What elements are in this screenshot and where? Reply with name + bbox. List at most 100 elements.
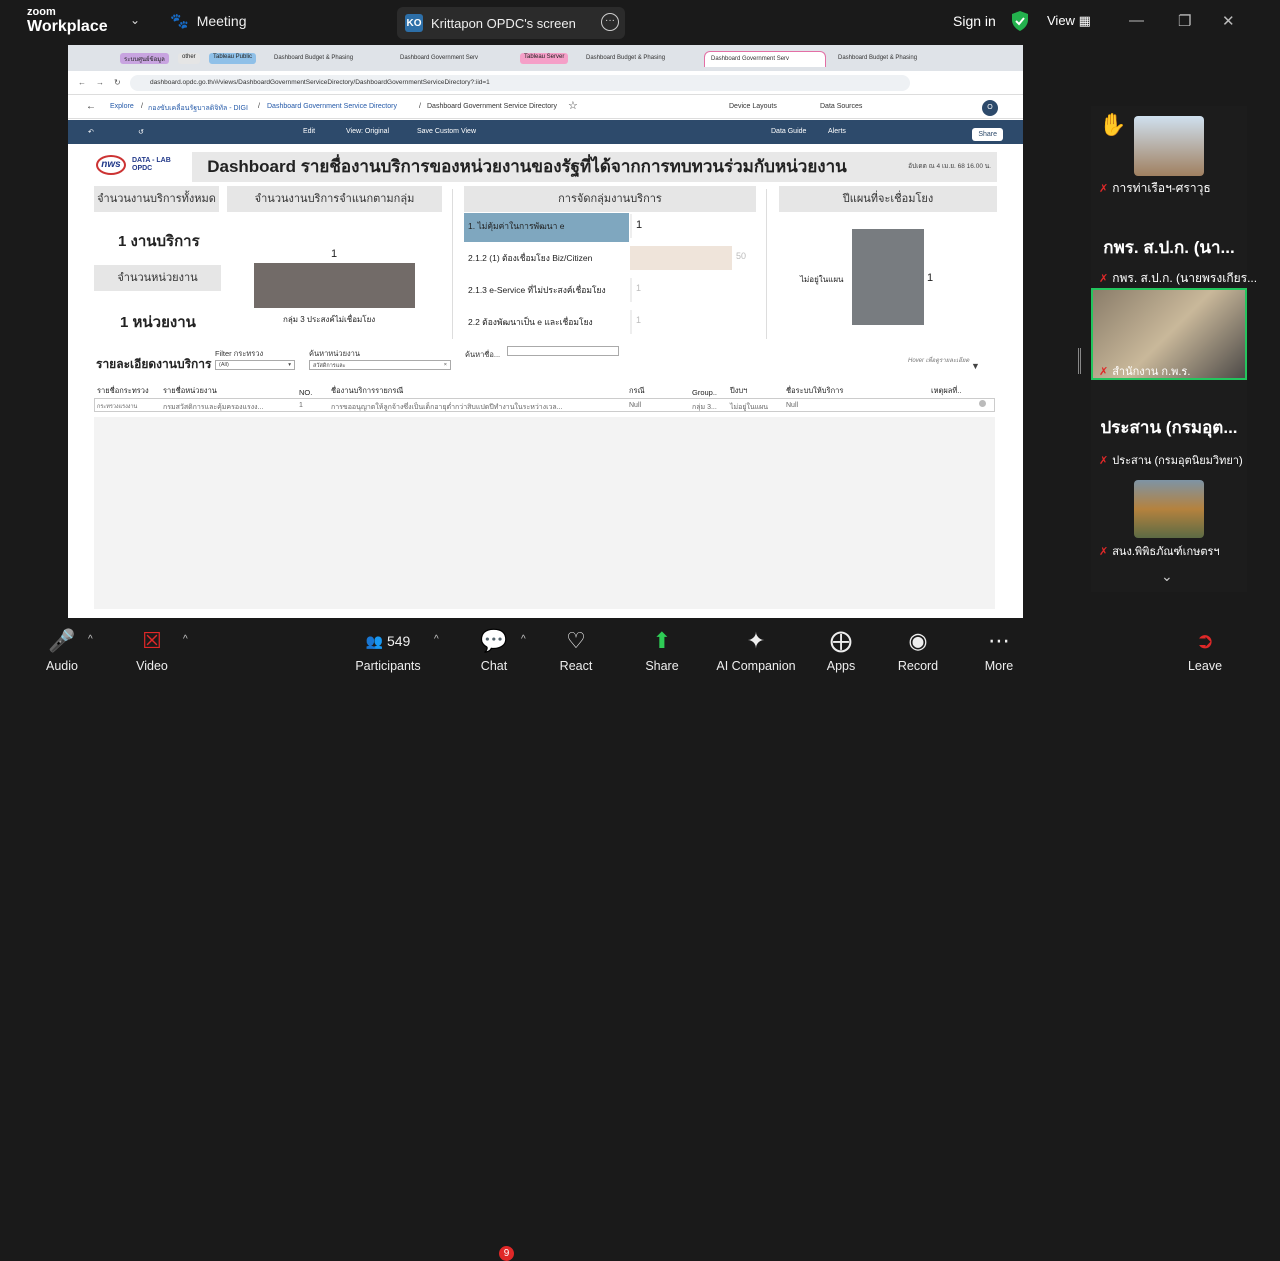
view-button[interactable]: View ▦ xyxy=(1047,13,1091,29)
zoom-top-bar: zoom Workplace ⌄ 🐾 Meeting KO Krittapon … xyxy=(0,0,1280,44)
mic-off-icon: ✗ xyxy=(1099,545,1109,558)
video-options-caret[interactable]: ^ xyxy=(183,634,188,645)
view-label: View xyxy=(1047,13,1075,28)
chat-options-caret[interactable]: ^ xyxy=(521,634,526,645)
video-button[interactable]: ☒ Video xyxy=(132,627,172,673)
apps-label: Apps xyxy=(826,659,856,673)
shared-screen-indicator[interactable]: KO Krittapon OPDC's screen ··· xyxy=(397,7,625,39)
panel-resize-handle[interactable] xyxy=(1078,348,1081,374)
clear-icon[interactable]: × xyxy=(444,362,447,368)
table-cell: กรมสวัสดิการและคุ้มครองแรงง... xyxy=(163,404,264,411)
table-cell: กระทรวงแรงงาน xyxy=(97,404,138,410)
column-header[interactable]: ปีงบฯ xyxy=(730,385,747,397)
tab-group-tableau-public[interactable]: Tableau Public xyxy=(209,53,257,64)
alerts-button[interactable]: Alerts xyxy=(828,128,846,135)
breadcrumb-explore[interactable]: Explore xyxy=(110,103,134,110)
participants-options-caret[interactable]: ^ xyxy=(434,634,439,645)
meeting-button[interactable]: 🐾 Meeting xyxy=(170,12,247,30)
column-header[interactable]: NO. xyxy=(299,388,312,397)
column-header[interactable]: Group.. xyxy=(692,388,717,397)
dashboard-title: Dashboard รายชื่องานบริการของหน่วยงานของ… xyxy=(192,152,862,182)
browser-tab[interactable]: Dashboard Government Serv xyxy=(394,51,484,67)
paw-icon: 🐾 xyxy=(170,13,189,30)
star-icon[interactable]: ☆ xyxy=(568,99,578,112)
restore-icon[interactable]: ❐ xyxy=(1178,12,1191,30)
tab-group-tableau-server[interactable]: Tableau Server xyxy=(520,53,569,64)
undo-icon[interactable]: ↶ xyxy=(88,128,94,136)
user-avatar[interactable]: O xyxy=(982,100,998,116)
tab-group-data-center[interactable]: ระบบศูนย์ข้อมูล xyxy=(120,53,169,64)
back-arrow-icon[interactable]: ← xyxy=(86,101,96,112)
url-field[interactable]: dashboard.opdc.go.th/#/views/DashboardGo… xyxy=(130,75,910,91)
tab-group-other[interactable]: other xyxy=(178,53,200,64)
browser-tab[interactable]: Dashboard Budget & Phasing xyxy=(832,51,923,67)
tableau-share-button[interactable]: Share xyxy=(972,128,1003,141)
filter-agency-input[interactable]: สวัสดิการและ × xyxy=(309,360,451,370)
data-lab-logo: DATA - LAB OPDC xyxy=(132,157,171,173)
more-options-icon[interactable]: ··· xyxy=(601,13,619,31)
react-button[interactable]: ♡ React xyxy=(558,627,594,673)
leave-button[interactable]: ➲ Leave xyxy=(1187,627,1223,673)
mic-off-icon: ✗ xyxy=(1099,273,1109,285)
participant-label: สำนักงาน ก.พ.ร. xyxy=(1112,366,1191,378)
participant-big-name: ประสาน (กรมอุต... xyxy=(1100,418,1238,437)
sort-arrow-icon[interactable]: ▼ xyxy=(971,361,980,371)
browser-tab[interactable]: Dashboard Budget & Phasing xyxy=(268,51,359,67)
search-name-input[interactable] xyxy=(507,346,619,356)
avatar[interactable] xyxy=(1134,480,1204,538)
chat-button[interactable]: 💬 Chat xyxy=(478,627,510,673)
shield-check-icon[interactable] xyxy=(1011,11,1029,31)
close-icon[interactable]: ✕ xyxy=(1222,12,1235,30)
column-header[interactable]: เหตุผลที่.. xyxy=(931,385,961,397)
meeting-label: Meeting xyxy=(196,13,247,29)
column-header[interactable]: ชื่อระบบให้บริการ xyxy=(786,385,843,397)
data-sources-button[interactable]: Data Sources xyxy=(820,103,862,110)
mic-off-icon: ✗ xyxy=(1099,183,1109,195)
share-button[interactable]: ⬆ Share xyxy=(644,627,680,673)
minimize-icon[interactable]: — xyxy=(1129,12,1144,29)
reload-icon[interactable]: ↻ xyxy=(114,78,121,87)
save-custom-view-button[interactable]: Save Custom View xyxy=(417,128,476,135)
view-original-button[interactable]: View: Original xyxy=(346,128,389,135)
participants-label: Participants xyxy=(355,659,421,673)
data-guide-button[interactable]: Data Guide xyxy=(771,128,806,135)
filter-ministry-select[interactable]: (All) ▾ xyxy=(215,360,295,370)
zoom-brand-big: Workplace xyxy=(27,18,108,35)
column-header[interactable]: รายชื่อกระทรวง xyxy=(97,385,149,397)
column-header[interactable]: กรณี xyxy=(629,385,645,397)
chevron-down-icon[interactable]: ⌄ xyxy=(130,13,140,27)
edit-button[interactable]: Edit xyxy=(303,128,315,135)
avatar[interactable] xyxy=(1134,116,1204,176)
audio-button[interactable]: 🎤 Audio xyxy=(44,627,80,673)
chat-badge: 9 xyxy=(499,1246,514,1261)
record-button[interactable]: ◉ Record xyxy=(896,627,940,673)
back-icon[interactable]: ← xyxy=(78,78,86,87)
chevron-down-icon[interactable]: ⌄ xyxy=(1161,568,1173,585)
participant-name: ✗ การท่าเรือฯ-ศราวุธ xyxy=(1099,179,1211,198)
audio-options-caret[interactable]: ^ xyxy=(88,634,93,645)
ai-companion-button[interactable]: ✦ AI Companion xyxy=(714,627,798,673)
apps-button[interactable]: ⨁ Apps xyxy=(824,627,858,673)
more-button[interactable]: ⋯ More xyxy=(982,627,1016,673)
total-services-value: 1 งานบริการ xyxy=(118,233,200,250)
column-header[interactable]: รายชื่อหน่วยงาน xyxy=(163,385,217,397)
browser-tab[interactable]: Dashboard Budget & Phasing xyxy=(580,51,671,67)
more-icon: ⋯ xyxy=(988,628,1010,653)
classify-category: 2.1.3 e-Service ที่ไม่ประสงค์เชื่อมโยง xyxy=(468,285,606,295)
forward-icon[interactable]: → xyxy=(96,78,104,87)
filter-ministry-value: (All) xyxy=(219,362,229,368)
ai-companion-label: AI Companion xyxy=(716,659,796,673)
layout-grid-icon: ▦ xyxy=(1078,13,1091,28)
mic-muted-icon: 🎤 xyxy=(48,628,76,653)
breadcrumb-project[interactable]: กองขับเคลื่อนรัฐบาลดิจิทัล - DIGI xyxy=(148,103,248,114)
column-header[interactable]: ชื่องานบริการรายกรณี xyxy=(331,385,403,397)
participants-button[interactable]: 👥 549 Participants xyxy=(352,627,424,673)
device-layouts-button[interactable]: Device Layouts xyxy=(729,103,777,110)
revert-icon[interactable]: ↺ xyxy=(138,128,144,136)
record-label: Record xyxy=(897,659,939,673)
details-dot-icon[interactable] xyxy=(979,400,986,407)
breadcrumb-view: Dashboard Government Service Directory xyxy=(427,103,557,110)
sign-in-button[interactable]: Sign in xyxy=(953,13,996,29)
breadcrumb-workbook[interactable]: Dashboard Government Service Directory xyxy=(267,103,397,110)
browser-tab-active[interactable]: Dashboard Government Serv xyxy=(704,51,826,67)
